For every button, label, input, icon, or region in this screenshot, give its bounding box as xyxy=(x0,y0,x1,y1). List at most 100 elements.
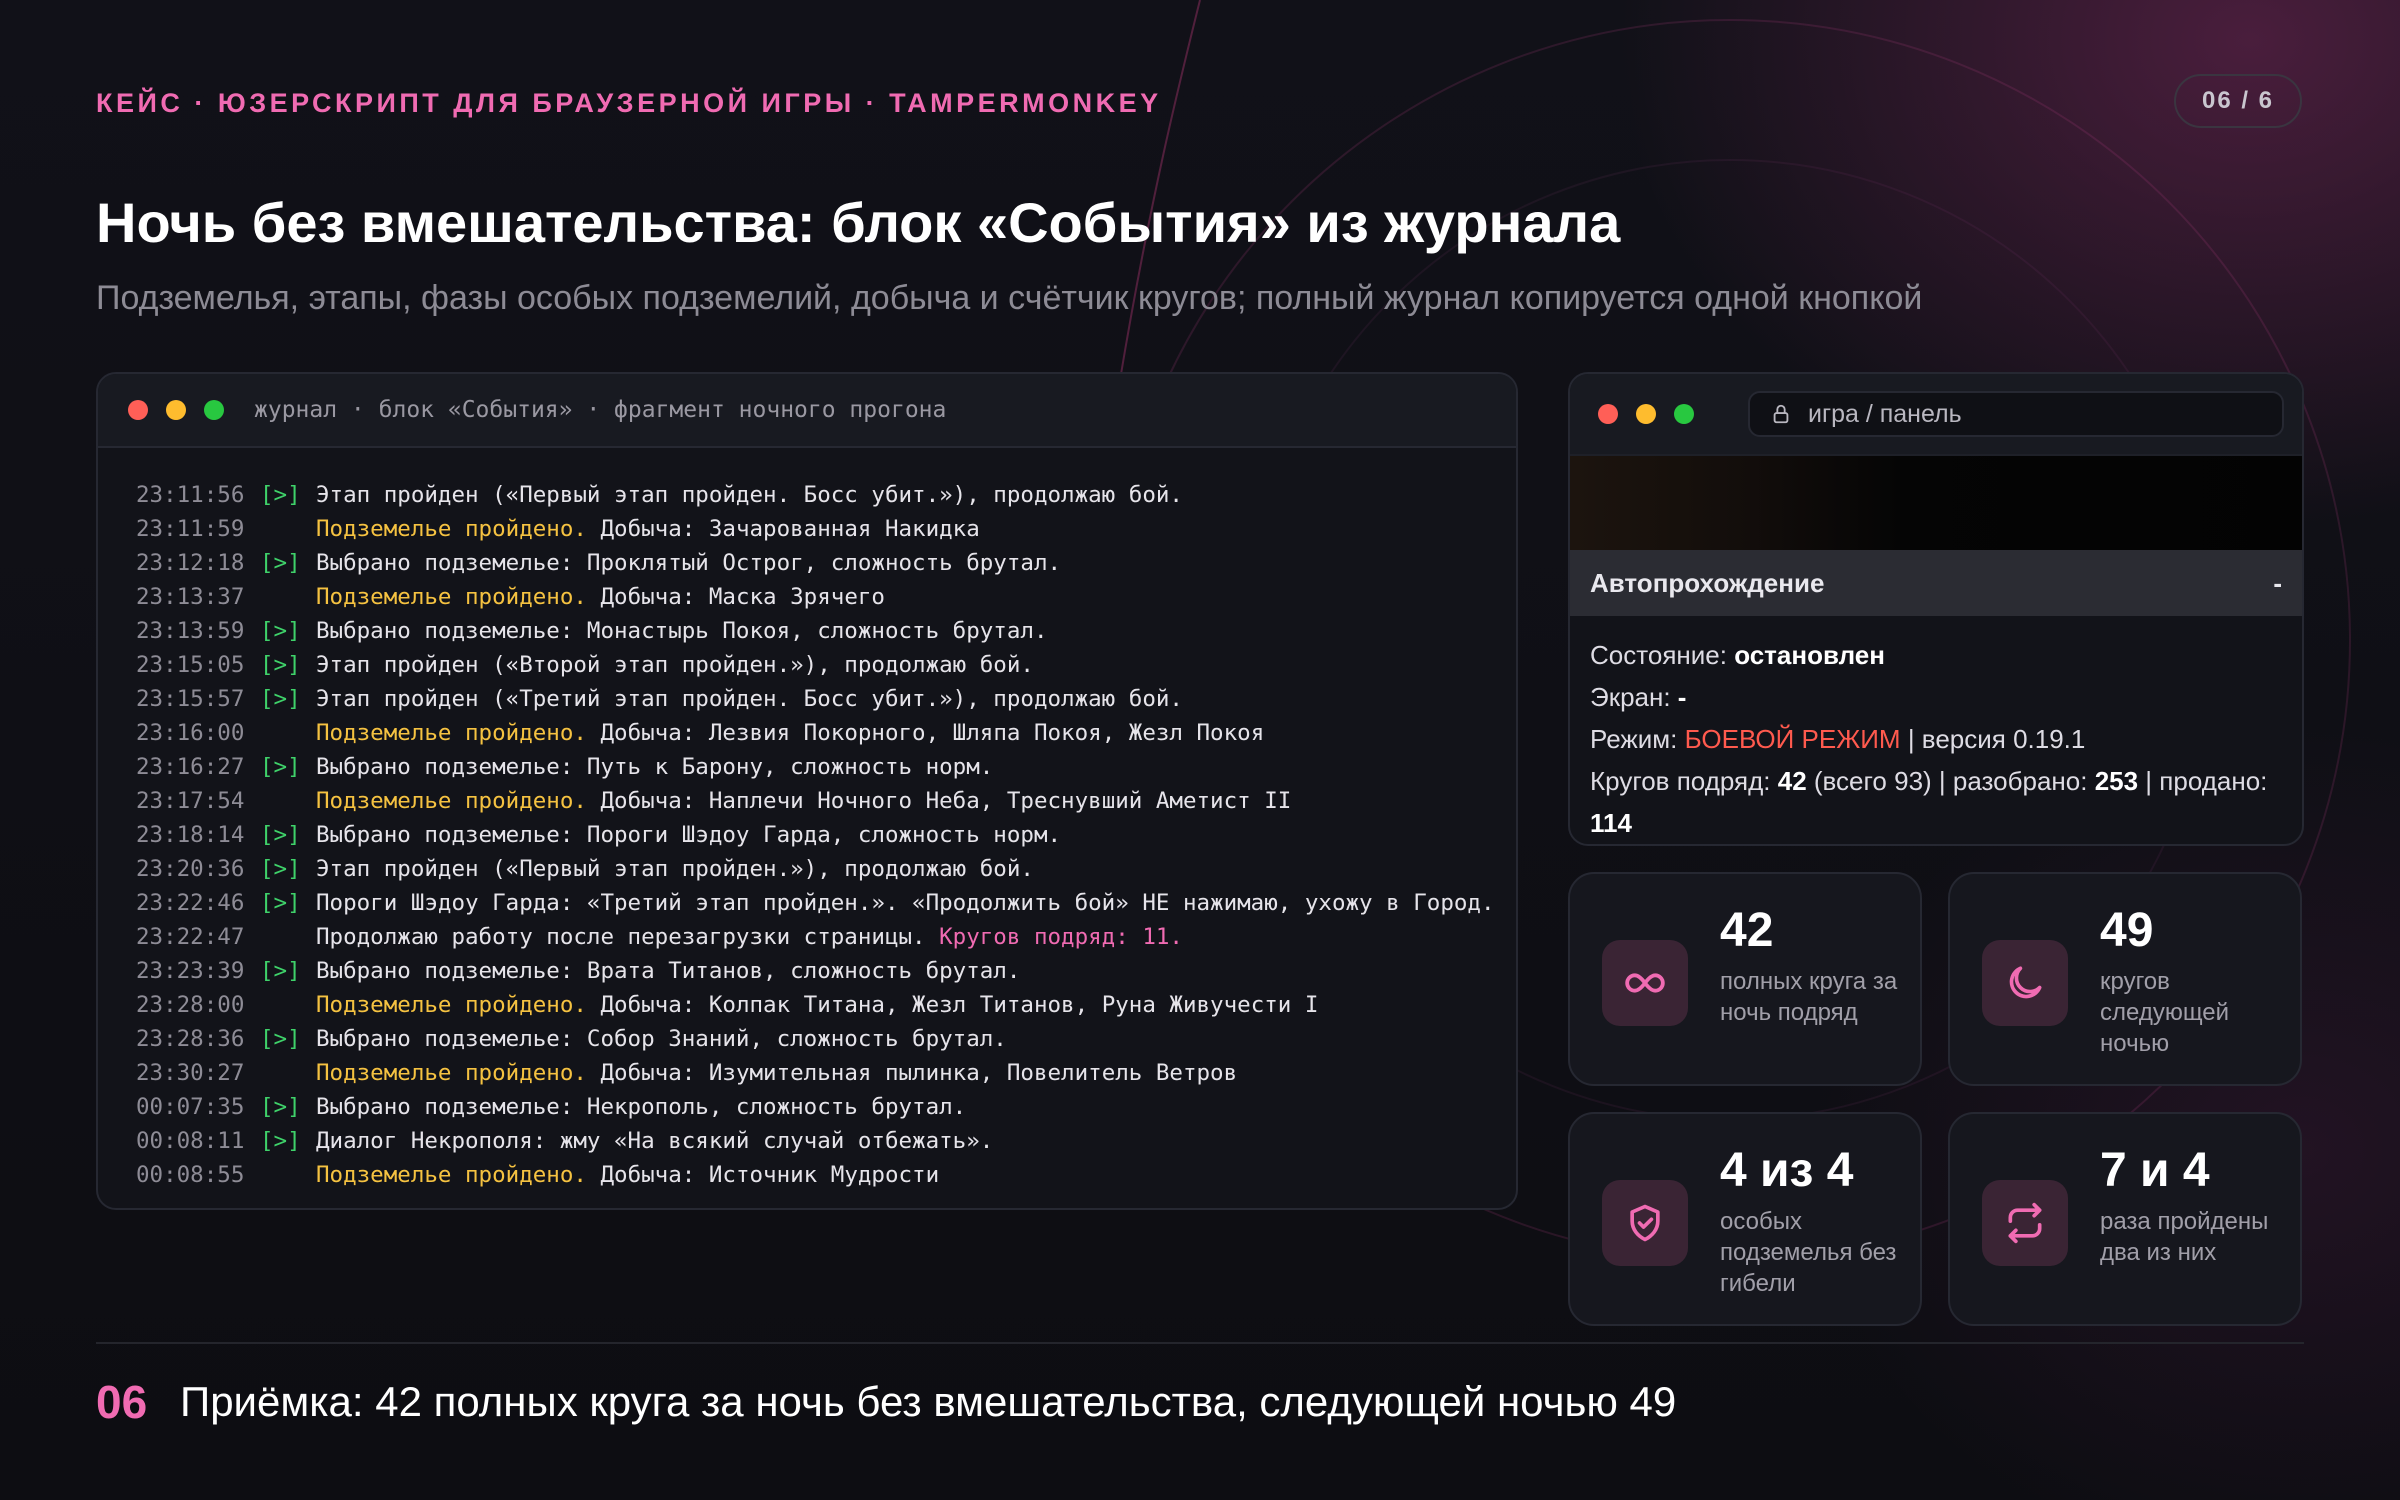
log-marker: [>] xyxy=(260,686,301,712)
log-text: Этап пройден («Второй этап пройден.»), п… xyxy=(316,652,1034,678)
log-time: 23:13:37 xyxy=(136,584,245,610)
log-time: 23:22:47 xyxy=(136,924,245,950)
stat-value: 7 и 4 xyxy=(2100,1144,2210,1197)
log-line: 23:13:37 Подземелье пройдено. Добыча: Мас… xyxy=(136,580,1516,614)
stat-value: 4 из 4 xyxy=(1720,1144,1854,1197)
log-line: 23:15:57 [>] Этап пройден («Третий этап пр… xyxy=(136,682,1516,716)
log-line: 23:11:59 Подземелье пройдено. Добыча: Зач… xyxy=(136,512,1516,546)
log-time: 23:22:46 xyxy=(136,890,245,916)
minimize-window-button[interactable] xyxy=(1636,404,1656,424)
screen-row: Экран: - xyxy=(1590,676,2282,718)
log-status-done: Подземелье пройдено. xyxy=(316,584,587,610)
log-time: 23:13:59 xyxy=(136,618,245,644)
log-time: 23:17:54 xyxy=(136,788,245,814)
log-window-title: журнал · блок «События» · фрагмент ночно… xyxy=(254,397,947,423)
moon-icon xyxy=(1982,940,2068,1026)
log-time: 23:15:05 xyxy=(136,652,245,678)
log-line: 23:22:46 [>] Пороги Шэдоу Гарда: «Третий э… xyxy=(136,886,1516,920)
log-line: 23:20:36 [>] Этап пройден («Первый этап пр… xyxy=(136,852,1516,886)
laps-total: (всего 93) | разобрано: xyxy=(1806,766,2095,796)
state-label: Состояние: xyxy=(1590,640,1735,670)
log-window-titlebar: журнал · блок «События» · фрагмент ночно… xyxy=(98,374,1516,448)
log-time: 23:11:56 xyxy=(136,482,245,508)
log-line: 23:17:54 Подземелье пройдено. Добыча: Нап… xyxy=(136,784,1516,818)
address-bar[interactable]: игра / панель xyxy=(1748,391,2284,437)
log-marker: [>] xyxy=(260,1026,301,1052)
laps-row: Кругов подряд: 42 (всего 93) | разобрано… xyxy=(1590,760,2282,802)
log-line: 23:28:00 Подземелье пройдено. Добыча: Кол… xyxy=(136,988,1516,1022)
log-text: Выбрано подземелье: Монастырь Покоя, сло… xyxy=(316,618,1048,644)
state-value: остановлен xyxy=(1734,640,1885,670)
log-time: 00:08:11 xyxy=(136,1128,245,1154)
game-window-titlebar: игра / панель xyxy=(1570,374,2302,456)
log-text: Этап пройден («Первый этап пройден.»), п… xyxy=(316,856,1034,882)
log-marker: [>] xyxy=(260,890,301,916)
log-line: 23:16:00 Подземелье пройдено. Добыча: Лез… xyxy=(136,716,1516,750)
log-list: 23:11:56 [>] Этап пройден («Первый этап пр… xyxy=(98,448,1516,1192)
log-text: Выбрано подземелье: Пороги Шэдоу Гарда, … xyxy=(316,822,1062,848)
footer-divider xyxy=(96,1342,2304,1344)
sold-value: 114 xyxy=(1590,808,1632,838)
log-status-done: Подземелье пройдено. xyxy=(316,788,587,814)
log-line: 23:15:05 [>] Этап пройден («Второй этап пр… xyxy=(136,648,1516,682)
log-marker: [>] xyxy=(260,856,301,882)
eyebrow: КЕЙС · ЮЗЕРСКРИПТ ДЛЯ БРАУЗЕРНОЙ ИГРЫ · … xyxy=(96,88,1162,118)
log-time: 23:18:14 xyxy=(136,822,245,848)
log-text: Добыча: Лезвия Покорного, Шляпа Покоя, Ж… xyxy=(586,720,1265,746)
laps-value: 42 xyxy=(1777,766,1807,796)
log-text: Пороги Шэдоу Гарда: «Третий этап пройден… xyxy=(316,890,1495,916)
autoplay-panel-header: Автопрохождение - xyxy=(1570,550,2302,616)
address-text: игра / панель xyxy=(1808,399,1962,428)
log-time: 23:30:27 xyxy=(136,1060,245,1086)
log-text: Добыча: Наплечи Ночного Неба, Треснувший… xyxy=(586,788,1292,814)
log-line: 23:22:47 Продолжаю работу после перезагру… xyxy=(136,920,1516,954)
log-marker: [>] xyxy=(260,482,301,508)
log-text: Выбрано подземелье: Путь к Барону, сложн… xyxy=(316,754,994,780)
log-line: 23:12:18 [>] Выбрано подземелье: Проклятый… xyxy=(136,546,1516,580)
mode-label: Режим: xyxy=(1590,724,1685,754)
stat-card-next-night: 49 кругов следующей ночью xyxy=(1948,872,2302,1086)
stat-card-special-dungeons: 4 из 4 особых подземелья без гибели xyxy=(1568,1112,1922,1326)
log-line: 23:30:27 Подземелье пройдено. Добыча: Изу… xyxy=(136,1056,1516,1090)
log-text: Добыча: Маска Зрячего xyxy=(586,584,885,610)
footer-number: 06 xyxy=(96,1376,148,1428)
log-marker: [>] xyxy=(260,652,301,678)
log-line: 23:11:56 [>] Этап пройден («Первый этап пр… xyxy=(136,478,1516,512)
stat-value: 42 xyxy=(1720,904,1774,957)
collapse-button[interactable]: - xyxy=(2273,568,2282,599)
close-window-button[interactable] xyxy=(128,400,148,420)
log-text: Выбрано подземелье: Собор Знаний, сложно… xyxy=(316,1026,1007,1052)
stat-value: 49 xyxy=(2100,904,2154,957)
log-line: 23:28:36 [>] Выбрано подземелье: Собор Зна… xyxy=(136,1022,1516,1056)
shield-check-icon xyxy=(1602,1180,1688,1266)
log-marker: [>] xyxy=(260,550,301,576)
log-status-done: Подземелье пройдено. xyxy=(316,1162,587,1188)
log-status-done: Подземелье пройдено. xyxy=(316,516,587,542)
infinity-icon xyxy=(1602,940,1688,1026)
log-line: 23:18:14 [>] Выбрано подземелье: Пороги Шэ… xyxy=(136,818,1516,852)
minimize-window-button[interactable] xyxy=(166,400,186,420)
mode-value: БОЕВОЙ РЕЖИМ xyxy=(1684,724,1901,754)
log-text: Выбрано подземелье: Проклятый Острог, сл… xyxy=(316,550,1062,576)
log-time: 00:07:35 xyxy=(136,1094,245,1120)
game-canvas xyxy=(1570,456,2302,550)
maximize-window-button[interactable] xyxy=(204,400,224,420)
log-line: 23:16:27 [>] Выбрано подземелье: Путь к Ба… xyxy=(136,750,1516,784)
state-row: Состояние: остановлен xyxy=(1590,634,2282,676)
stat-card-repeats: 7 и 4 раза пройдены два из них xyxy=(1948,1112,2302,1326)
log-text: Диалог Некрополя: жму «На всякий случай … xyxy=(316,1128,994,1154)
log-time: 23:16:27 xyxy=(136,754,245,780)
log-window: журнал · блок «События» · фрагмент ночно… xyxy=(96,372,1518,1210)
maximize-window-button[interactable] xyxy=(1674,404,1694,424)
log-time: 23:16:00 xyxy=(136,720,245,746)
laps-label: Кругов подряд: xyxy=(1590,766,1778,796)
log-time: 00:08:55 xyxy=(136,1162,245,1188)
repeat-icon xyxy=(1982,1180,2068,1266)
log-text: Добыча: Источник Мудрости xyxy=(586,1162,940,1188)
stat-label: кругов следующей ночью xyxy=(2100,968,2230,1057)
stat-label: раза пройдены два из них xyxy=(2100,1208,2269,1266)
log-status-done: Подземелье пройдено. xyxy=(316,1060,587,1086)
close-window-button[interactable] xyxy=(1598,404,1618,424)
log-time: 23:28:00 xyxy=(136,992,245,1018)
stat-label: полных круга за ночь подряд xyxy=(1720,968,1898,1026)
